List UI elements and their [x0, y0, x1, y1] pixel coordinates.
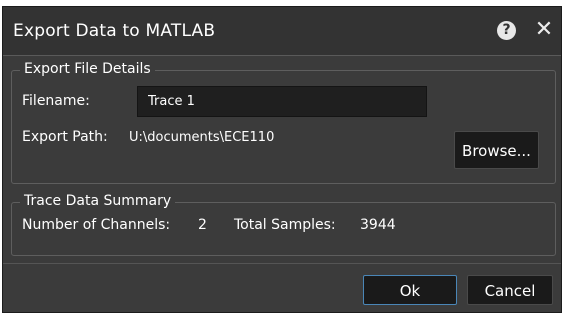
channels-label: Number of Channels:: [22, 217, 171, 233]
help-icon[interactable]: ?: [497, 21, 516, 40]
trace-data-summary-legend: Trace Data Summary: [20, 193, 176, 209]
export-file-details-legend: Export File Details: [20, 61, 155, 77]
export-file-details-group: Export File Details Filename: Export Pat…: [11, 61, 556, 184]
dialog-titlebar: Export Data to MATLAB ? ✕: [3, 7, 561, 56]
cancel-button[interactable]: Cancel: [467, 275, 553, 305]
filename-label: Filename:: [22, 93, 90, 109]
channels-value: 2: [198, 217, 207, 233]
export-dialog: Export Data to MATLAB ? ✕ Export File De…: [2, 6, 562, 313]
close-icon[interactable]: ✕: [534, 19, 554, 41]
samples-value: 3944: [360, 217, 396, 233]
ok-button[interactable]: Ok: [363, 275, 457, 305]
dialog-title: Export Data to MATLAB: [13, 21, 216, 41]
filename-input[interactable]: [137, 86, 427, 117]
trace-data-summary-group: Trace Data Summary Number of Channels: 2…: [11, 193, 556, 256]
browse-button[interactable]: Browse...: [454, 131, 539, 169]
export-path-value: U:\documents\ECE110: [129, 130, 275, 145]
export-path-label: Export Path:: [22, 129, 108, 145]
footer-divider: [3, 263, 561, 264]
samples-label: Total Samples:: [234, 217, 336, 233]
